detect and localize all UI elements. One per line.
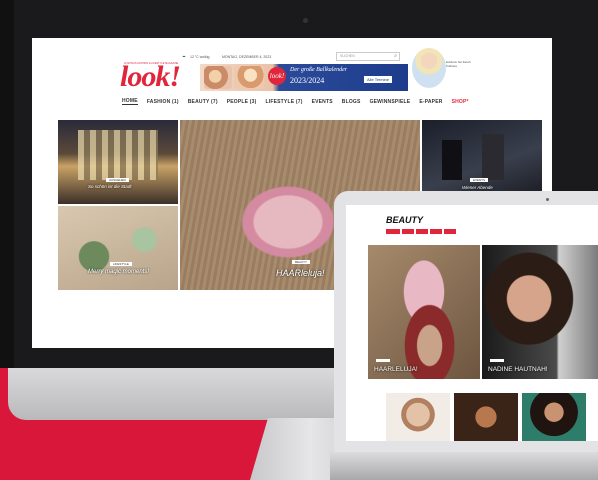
banner-line1: Der große Ballkalender (290, 67, 348, 73)
laptop-tile2-label: NADINE HAUTNAH! (488, 366, 548, 373)
tile-stadt-building (78, 130, 158, 180)
laptop-tile1-label: HAARLELUJA! (374, 366, 418, 373)
laptop-tile-haarleluja[interactable]: HAARLELUJA! (368, 245, 480, 379)
tile-haarleluja-tag: BEAUTY (292, 260, 311, 264)
search-icon[interactable]: ⌕ (394, 53, 397, 59)
tile-magic[interactable]: LIFESTYLE Merry magic moments! (58, 206, 178, 290)
tile-events-person2 (482, 134, 504, 180)
nav-people[interactable]: PEOPLE (3) (227, 99, 257, 105)
filter-chip[interactable] (416, 229, 428, 234)
laptop-camera-icon (546, 198, 549, 201)
tile-stadt[interactable]: AUSGEHEN So schön ist die Stadt (58, 120, 178, 204)
site-logo[interactable]: look! (120, 60, 181, 94)
tile-stadt-tag: AUSGEHEN (106, 178, 129, 182)
profile-text: Exklusiv bei Zarah Kulhava (446, 60, 471, 68)
banner-logo-badge: look! (268, 67, 286, 85)
laptop-tile2-tag (490, 359, 504, 362)
weather-text: 12 °C wolkig (190, 55, 210, 59)
laptop-thumb-3[interactable] (522, 393, 586, 441)
laptop-thumb-2[interactable] (454, 393, 518, 441)
section-title: BEAUTY (386, 215, 424, 225)
banner-button[interactable]: Alle Termine (364, 76, 392, 83)
tile-events-label: Wiener Abende (462, 185, 493, 190)
tile-haarleluja-label: HAARleluja! (276, 268, 325, 278)
nav-home[interactable]: HOME (122, 98, 138, 105)
nav-beauty[interactable]: BEAUTY (7) (188, 99, 218, 105)
camera-icon (303, 18, 308, 23)
weather-icon: ☁ (182, 54, 186, 58)
filter-chips (386, 229, 456, 234)
date-text: MONTAG, DEZEMBER 4, 2023 (222, 55, 272, 59)
search-placeholder: SUCHEN (340, 54, 355, 58)
main-nav: HOME FASHION (1) BEAUTY (7) PEOPLE (3) L… (122, 98, 469, 105)
banner-photo-1 (204, 66, 232, 89)
banner-photo-2 (234, 66, 264, 89)
nav-events[interactable]: EVENTS (312, 99, 333, 105)
nav-gewinnspiele[interactable]: GEWINNSPIELE (370, 99, 411, 105)
filter-chip[interactable] (386, 229, 400, 234)
tile-events-person1 (442, 140, 462, 180)
tile-stadt-label: So schön ist die Stadt (88, 184, 132, 189)
nav-blogs[interactable]: BLOGS (342, 99, 361, 105)
tile-events-tag: EVENTS (470, 178, 489, 182)
nav-fashion[interactable]: FASHION (1) (147, 99, 179, 105)
filter-chip[interactable] (430, 229, 442, 234)
filter-chip[interactable] (402, 229, 414, 234)
laptop-tile-nadine[interactable]: NADINE HAUTNAH! (482, 245, 598, 379)
nav-shop[interactable]: SHOP* (452, 99, 469, 105)
laptop-thumb-1[interactable] (386, 393, 450, 441)
profile-avatar[interactable] (412, 48, 446, 88)
banner-line2: 2023/2024 (290, 76, 325, 85)
search-input[interactable]: SUCHEN ⌕ (336, 52, 400, 61)
tile-magic-label: Merry magic moments! (88, 269, 150, 275)
ballkalender-banner[interactable]: look! Der große Ballkalender 2023/2024 A… (200, 64, 408, 91)
filter-chip[interactable] (444, 229, 456, 234)
tile-magic-tag: LIFESTYLE (110, 262, 132, 266)
laptop-base (330, 452, 598, 480)
laptop-tile1-tag (376, 359, 390, 362)
laptop-website: BEAUTY HAARLELUJA! NADINE HAUTNAH! (346, 205, 598, 441)
nav-epaper[interactable]: E-PAPER (419, 99, 442, 105)
nav-lifestyle[interactable]: LIFESTYLE (7) (266, 99, 303, 105)
